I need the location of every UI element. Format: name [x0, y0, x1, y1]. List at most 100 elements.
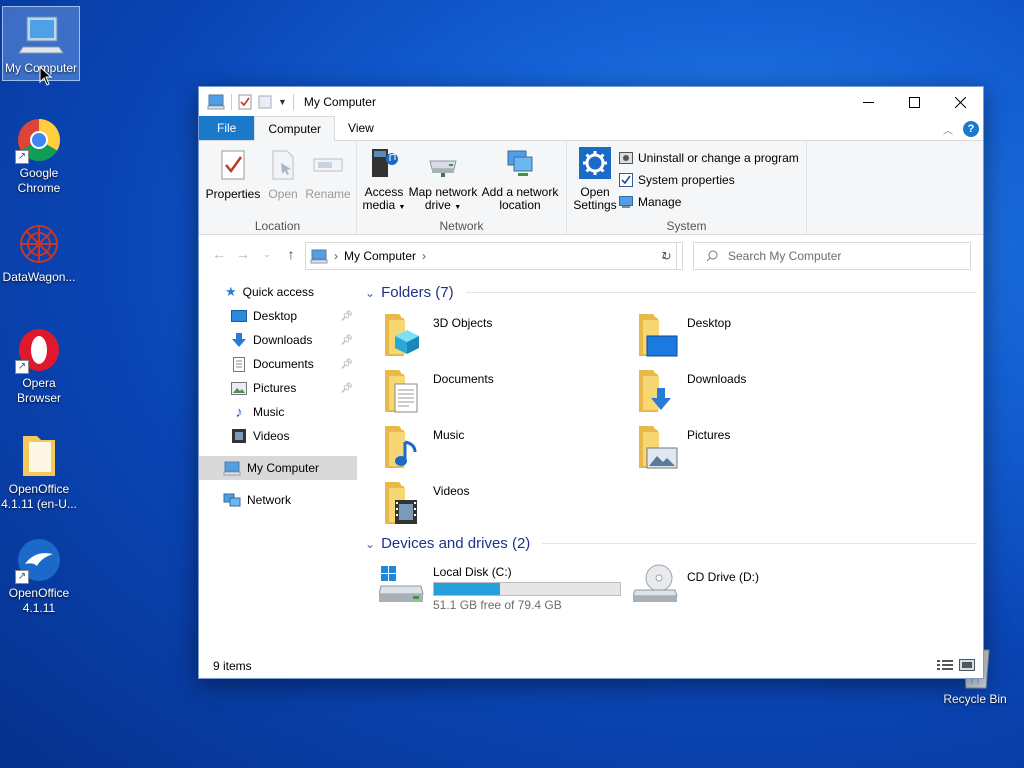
- nav-desktop[interactable]: Desktop 📌︎: [199, 304, 357, 328]
- drive-cd-d[interactable]: CD Drive (D:): [633, 562, 759, 606]
- folder-icon: [15, 432, 63, 480]
- map-network-drive-button[interactable]: Map network drive ▼: [407, 147, 479, 214]
- uninstall-program-button[interactable]: Uninstall or change a program: [619, 147, 799, 169]
- desktop-icon-label: Google Chrome: [17, 166, 61, 195]
- downloads-icon: [232, 333, 246, 347]
- nav-pictures[interactable]: Pictures 📌︎: [199, 376, 357, 400]
- nav-videos[interactable]: Videos: [199, 424, 357, 448]
- devices-section-header[interactable]: ⌄ Devices and drives (2): [365, 535, 977, 552]
- group-label-network: Network: [439, 219, 484, 233]
- map-drive-icon: [429, 160, 457, 177]
- folder-3d-objects[interactable]: 3D Objects: [381, 310, 631, 364]
- access-media-button[interactable]: Access media ▼: [361, 147, 407, 214]
- folder-videos[interactable]: Videos: [381, 478, 631, 532]
- tab-view[interactable]: View: [335, 116, 387, 140]
- search-input[interactable]: Search My Computer: [693, 242, 971, 270]
- new-folder-icon[interactable]: [258, 94, 272, 110]
- address-bar[interactable]: › My Computer › ⌄: [305, 242, 677, 270]
- star-icon: ★: [225, 284, 237, 299]
- details-view-icon[interactable]: [937, 659, 953, 671]
- folder-desktop[interactable]: Desktop: [635, 310, 885, 364]
- item-count: 9 items: [213, 659, 252, 673]
- drive-c-usage-bar: [433, 582, 621, 596]
- help-icon[interactable]: ?: [963, 121, 979, 137]
- nav-documents[interactable]: Documents 📌︎: [199, 352, 357, 376]
- access-media-icon: [372, 149, 398, 177]
- recent-locations-icon[interactable]: ⌄: [255, 249, 279, 260]
- open-button[interactable]: Open: [263, 149, 303, 201]
- desktop-icon-openoffice-folder[interactable]: OpenOffice 4.1.11 (en-U...: [0, 428, 78, 516]
- rename-icon: [313, 158, 343, 172]
- properties-check-icon[interactable]: [238, 94, 252, 110]
- back-button[interactable]: ←: [207, 246, 231, 262]
- desktop-icon-chrome[interactable]: ↗ Google Chrome: [0, 112, 78, 200]
- ribbon-tabs: File Computer View ︿ ?: [199, 116, 983, 141]
- properties-button[interactable]: Properties: [205, 149, 261, 201]
- maximize-button[interactable]: [891, 87, 937, 117]
- system-properties-icon: [619, 173, 633, 187]
- collapse-ribbon-icon[interactable]: ︿: [943, 122, 953, 137]
- nav-downloads[interactable]: Downloads 📌︎: [199, 328, 357, 352]
- folder-music[interactable]: Music: [381, 422, 631, 476]
- desktop-folder-icon: [639, 314, 678, 357]
- up-button[interactable]: ↑: [279, 246, 303, 262]
- large-icons-view-icon[interactable]: [959, 659, 975, 671]
- pin-icon[interactable]: 📌︎: [340, 311, 353, 322]
- desktop-icon-openoffice[interactable]: ↗ OpenOffice 4.1.11: [0, 532, 78, 620]
- music-note-icon: ♪: [235, 403, 243, 421]
- pin-icon[interactable]: 📌︎: [340, 335, 353, 346]
- desktop-icon-opera[interactable]: ↗ Opera Browser: [0, 322, 78, 410]
- address-row: ← → ⌄ ↑ › My Computer › ⌄ ↻ Search My Co…: [199, 235, 983, 273]
- group-label-system: System: [666, 219, 707, 233]
- ribbon-group-system: Open Settings Uninstall or change a prog…: [567, 141, 807, 235]
- refresh-button[interactable]: ↻: [651, 242, 683, 270]
- videos-folder-icon: [385, 482, 417, 524]
- tab-file[interactable]: File: [199, 116, 255, 140]
- folder-downloads[interactable]: Downloads: [635, 366, 885, 420]
- refresh-icon: ↻: [661, 249, 672, 263]
- title-bar[interactable]: ▼ My Computer: [199, 87, 983, 117]
- open-icon: [272, 150, 294, 180]
- desktop-icon-datawagon[interactable]: DataWagon...: [0, 216, 78, 289]
- desktop-icon-label: DataWagon...: [2, 270, 76, 284]
- pin-icon[interactable]: 📌︎: [340, 359, 353, 370]
- rename-button[interactable]: Rename: [305, 149, 351, 201]
- system-properties-button[interactable]: System properties: [619, 169, 799, 191]
- search-icon: [706, 250, 718, 262]
- breadcrumb-separator-icon: ›: [334, 249, 338, 263]
- folders-section-header[interactable]: ⌄ Folders (7): [365, 284, 977, 301]
- ribbon-group-location: Properties Open Rename Location: [199, 141, 357, 235]
- forward-button[interactable]: →: [231, 246, 255, 262]
- drive-local-disk-c[interactable]: Local Disk (C:) 51.1 GB free of 79.4 GB: [379, 562, 621, 612]
- computer-icon: [310, 249, 328, 263]
- open-settings-button[interactable]: Open Settings: [571, 147, 619, 212]
- tab-computer[interactable]: Computer: [254, 116, 336, 141]
- breadcrumb-my-computer[interactable]: My Computer: [344, 249, 416, 263]
- nav-network[interactable]: Network: [199, 488, 357, 512]
- customize-toolbar-dropdown-icon[interactable]: ▼: [278, 97, 287, 107]
- desktop-folder-icon: [231, 309, 247, 322]
- computer-icon: [207, 94, 225, 110]
- nav-music[interactable]: ♪ Music: [199, 400, 357, 424]
- chevron-down-icon: ⌄: [365, 285, 376, 300]
- folder-documents[interactable]: Documents: [381, 366, 631, 420]
- documents-folder-icon: [385, 370, 418, 413]
- breadcrumb-chevron-icon[interactable]: ›: [422, 249, 426, 263]
- uninstall-icon: [619, 152, 633, 164]
- ribbon-group-network: Access media ▼ Map network drive ▼ Add a…: [357, 141, 567, 235]
- main-pane: ⌄ Folders (7) 3D Objects Desktop Documen…: [357, 274, 983, 654]
- music-folder-icon: [385, 426, 417, 468]
- pictures-icon: [231, 381, 247, 395]
- nav-my-computer[interactable]: My Computer: [199, 456, 357, 480]
- minimize-button[interactable]: [845, 87, 891, 117]
- computer-icon: [17, 11, 65, 59]
- pin-icon[interactable]: 📌︎: [340, 383, 353, 394]
- close-button[interactable]: [937, 87, 983, 117]
- search-placeholder: Search My Computer: [728, 249, 842, 263]
- window-title: My Computer: [303, 95, 376, 109]
- add-network-location-button[interactable]: Add a network location: [479, 147, 561, 212]
- mouse-cursor-icon: [39, 66, 53, 86]
- manage-button[interactable]: Manage: [619, 191, 799, 213]
- nav-quick-access[interactable]: ★ Quick access: [199, 280, 357, 304]
- folder-pictures[interactable]: Pictures: [635, 422, 885, 476]
